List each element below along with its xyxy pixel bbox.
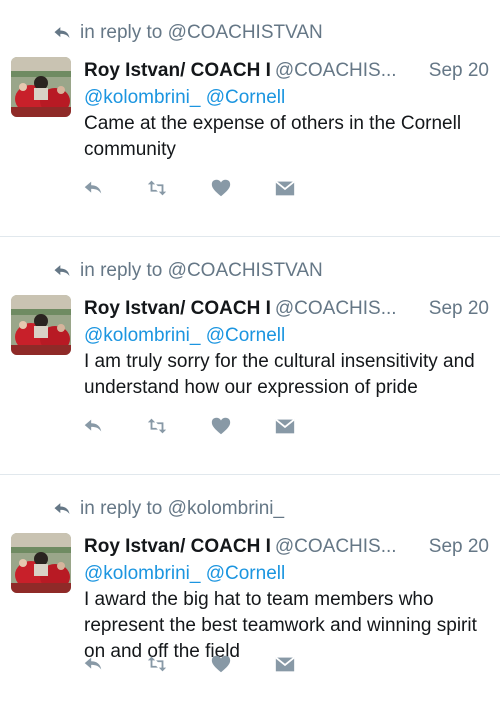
mentions[interactable]: @kolombrini_ @Cornell <box>84 323 494 349</box>
retweet-icon <box>147 418 167 434</box>
author-name[interactable]: Roy Istvan/ COACH I <box>84 60 271 81</box>
tweet-actions <box>82 172 338 204</box>
heart-icon <box>211 179 231 197</box>
like-button[interactable] <box>210 653 232 675</box>
reply-arrow-icon <box>54 503 70 514</box>
tweet-header: Roy Istvan/ COACH I @COACHIS... Sep 20 <box>84 296 489 322</box>
author-handle[interactable]: @COACHIS... <box>275 298 397 319</box>
tweet-body: @kolombrini_ @Cornell Came at the expens… <box>84 85 494 163</box>
heart-icon <box>211 417 231 435</box>
author-name[interactable]: Roy Istvan/ COACH I <box>84 298 271 319</box>
reply-icon <box>84 419 102 432</box>
like-button[interactable] <box>210 177 232 199</box>
avatar-photo <box>11 295 71 355</box>
like-button[interactable] <box>210 415 232 437</box>
reply-context-text: in reply to @COACHISTVAN <box>80 22 323 43</box>
author-name[interactable]: Roy Istvan/ COACH I <box>84 536 271 557</box>
tweet-body: @kolombrini_ @Cornell I am truly sorry f… <box>84 323 494 401</box>
tweet-header: Roy Istvan/ COACH I @COACHIS... Sep 20 <box>84 58 489 84</box>
reply-button[interactable] <box>82 653 104 675</box>
reply-context[interactable]: in reply to @COACHISTVAN <box>52 18 323 48</box>
reply-icon <box>84 657 102 670</box>
tweet[interactable]: in reply to @COACHISTVAN Roy Istvan/ COA… <box>0 0 500 237</box>
avatar-photo <box>11 533 71 593</box>
reply-context[interactable]: in reply to @kolombrini_ <box>52 494 284 524</box>
avatar[interactable] <box>11 57 71 117</box>
retweet-icon <box>147 656 167 672</box>
tweet-text: I am truly sorry for the cultural insens… <box>84 351 475 398</box>
avatar[interactable] <box>11 533 71 593</box>
tweet[interactable]: in reply to @COACHISTVAN Roy Istvan/ COA… <box>0 238 500 475</box>
retweet-button[interactable] <box>146 653 168 675</box>
avatar[interactable] <box>11 295 71 355</box>
tweet-date[interactable]: Sep 20 <box>429 296 489 322</box>
reply-arrow-icon <box>54 265 70 276</box>
envelope-icon <box>275 656 295 672</box>
reply-context-text: in reply to @kolombrini_ <box>80 498 285 519</box>
reply-arrow-icon <box>54 27 70 38</box>
retweet-button[interactable] <box>146 177 168 199</box>
direct-message-button[interactable] <box>274 653 296 675</box>
tweet-date[interactable]: Sep 20 <box>429 58 489 84</box>
envelope-icon <box>275 418 295 434</box>
reply-button[interactable] <box>82 415 104 437</box>
reply-button[interactable] <box>82 177 104 199</box>
heart-icon <box>211 655 231 673</box>
mentions[interactable]: @kolombrini_ @Cornell <box>84 561 494 587</box>
reply-context-text: in reply to @COACHISTVAN <box>80 260 323 281</box>
reply-icon <box>84 181 102 194</box>
mentions[interactable]: @kolombrini_ @Cornell <box>84 85 494 111</box>
avatar-photo <box>11 57 71 117</box>
tweet-date[interactable]: Sep 20 <box>429 534 489 560</box>
retweet-button[interactable] <box>146 415 168 437</box>
tweet-text: Came at the expense of others in the Cor… <box>84 113 462 160</box>
direct-message-button[interactable] <box>274 415 296 437</box>
reply-context[interactable]: in reply to @COACHISTVAN <box>52 256 323 286</box>
direct-message-button[interactable] <box>274 177 296 199</box>
tweet-actions <box>82 648 338 680</box>
tweet-actions <box>82 410 338 442</box>
author-handle[interactable]: @COACHIS... <box>275 536 397 557</box>
retweet-icon <box>147 180 167 196</box>
tweet[interactable]: in reply to @kolombrini_ Roy Istvan/ COA… <box>0 476 500 713</box>
envelope-icon <box>275 180 295 196</box>
author-handle[interactable]: @COACHIS... <box>275 60 397 81</box>
tweet-header: Roy Istvan/ COACH I @COACHIS... Sep 20 <box>84 534 489 560</box>
